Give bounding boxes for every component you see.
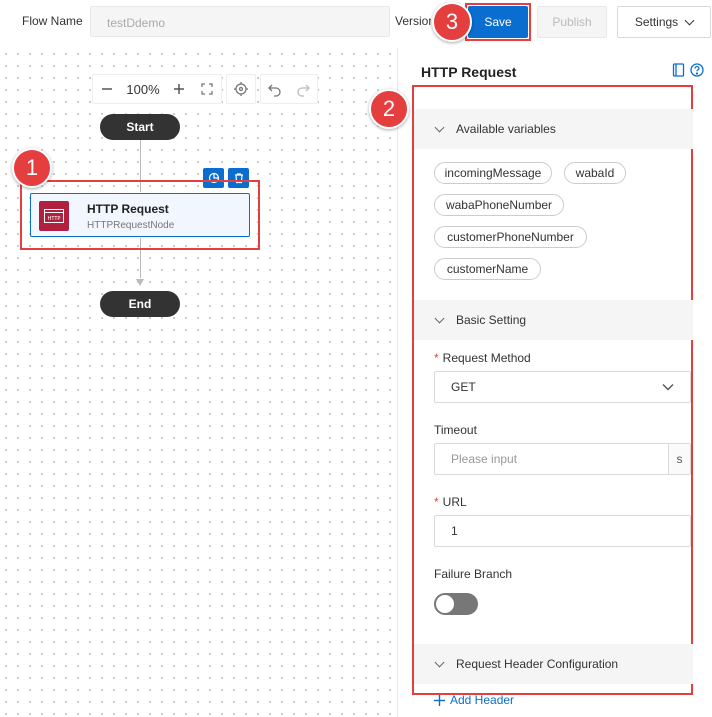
- add-header-label: Add Header: [450, 693, 515, 707]
- section-basic-setting[interactable]: Basic Setting: [414, 300, 693, 340]
- chevron-down-icon: [434, 657, 445, 667]
- plus-icon: [434, 694, 445, 706]
- variable-tag[interactable]: wabaPhoneNumber: [434, 194, 564, 216]
- variable-tag[interactable]: customerPhoneNumber: [434, 226, 587, 248]
- node-subtitle: HTTPRequestNode: [87, 220, 175, 231]
- url-input[interactable]: 1: [434, 515, 691, 547]
- chevron-down-icon: [662, 380, 674, 394]
- panel-actions: [672, 63, 704, 80]
- zoom-level: 100%: [126, 81, 160, 97]
- version-label: Version: [395, 14, 431, 28]
- end-node[interactable]: End: [100, 291, 180, 317]
- timeout-field: Please input s: [434, 443, 691, 475]
- locate-icon[interactable]: [226, 74, 256, 104]
- url-label: * URL: [434, 495, 467, 509]
- top-bar: Flow Name testDdemo Version Save Publish…: [0, 0, 712, 48]
- http-request-node[interactable]: HTTP HTTP Request HTTPRequestNode: [30, 193, 250, 237]
- http-icon: HTTP: [39, 201, 69, 231]
- node-title: HTTP Request: [87, 202, 169, 216]
- book-icon[interactable]: [672, 63, 685, 80]
- publish-button[interactable]: Publish: [537, 6, 607, 38]
- zoom-control: 100%: [92, 74, 222, 104]
- annotation-badge-3: 3: [432, 2, 472, 42]
- variable-tag[interactable]: incomingMessage: [434, 162, 552, 184]
- flow-canvas[interactable]: 100% Start HTTP HTTP Request HTTPRequest…: [0, 48, 396, 717]
- node-config-panel: HTTP Request Available variables incomin…: [397, 48, 712, 717]
- flow-name-label: Flow Name: [22, 14, 83, 28]
- request-method-select[interactable]: GET: [434, 371, 691, 403]
- settings-button[interactable]: Settings: [617, 6, 711, 38]
- failure-branch-toggle[interactable]: [434, 593, 478, 615]
- variable-tag[interactable]: wabaId: [564, 162, 626, 184]
- publish-button-label: Publish: [552, 15, 592, 29]
- required-mark: *: [434, 351, 439, 365]
- timeout-label: Timeout: [434, 423, 477, 437]
- undo-icon[interactable]: [261, 75, 289, 103]
- redo-icon[interactable]: [289, 75, 317, 103]
- zoom-in-icon[interactable]: [165, 75, 193, 103]
- annotation-badge-1: 1: [12, 148, 52, 188]
- start-node[interactable]: Start: [100, 114, 180, 140]
- variable-tag[interactable]: customerName: [434, 258, 541, 280]
- failure-branch-label: Failure Branch: [434, 567, 513, 581]
- http-icon-text: HTTP: [48, 216, 61, 222]
- help-icon[interactable]: [690, 63, 704, 80]
- section-available-variables[interactable]: Available variables: [414, 109, 693, 149]
- section-title: Basic Setting: [456, 313, 527, 327]
- timeout-unit: s: [668, 444, 690, 474]
- chevron-down-icon: [434, 313, 445, 323]
- chevron-down-icon: [684, 15, 695, 25]
- annotation-badge-2: 2: [369, 89, 409, 129]
- fit-screen-icon[interactable]: [193, 75, 221, 103]
- panel-title: HTTP Request: [421, 64, 517, 80]
- section-title: Available variables: [456, 122, 556, 136]
- chevron-down-icon: [434, 122, 445, 132]
- arrow-down-icon: [136, 279, 144, 286]
- request-method-label: * Request Method: [434, 351, 531, 365]
- add-header-button[interactable]: Add Header: [434, 693, 514, 707]
- request-method-value: GET: [451, 380, 476, 394]
- flow-name-input[interactable]: testDdemo: [90, 6, 390, 37]
- settings-button-label: Settings: [634, 15, 679, 29]
- section-title: Request Header Configuration: [456, 657, 619, 671]
- section-request-header[interactable]: Request Header Configuration: [414, 644, 693, 684]
- history-control: [260, 74, 318, 104]
- canvas-toolbar: 100%: [92, 74, 318, 104]
- zoom-out-icon[interactable]: [93, 75, 121, 103]
- required-mark: *: [434, 495, 439, 509]
- toggle-knob: [436, 595, 454, 613]
- save-highlight-box: [465, 3, 531, 41]
- timeout-input[interactable]: Please input: [435, 452, 668, 466]
